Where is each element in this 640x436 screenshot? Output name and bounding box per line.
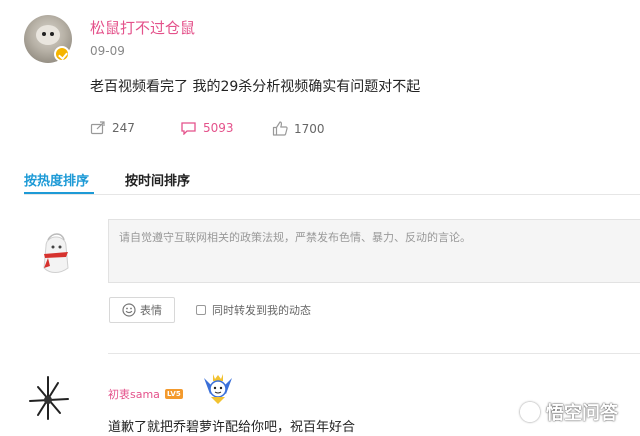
tab-sort-hot[interactable]: 按热度排序 [24,170,89,189]
watermark-text: 悟空问答 [546,403,618,424]
comment-button[interactable]: 5093 [180,121,234,135]
repost-icon [90,121,105,135]
repost-checkbox[interactable] [196,305,206,315]
emoji-button[interactable]: 表情 [109,297,175,323]
verified-badge-icon [54,46,70,62]
like-icon [272,121,288,136]
emoji-label: 表情 [140,304,162,317]
post-text: 老百视频看完了 我的29杀分析视频确实有问题对不起 [90,79,421,95]
repost-option-label: 同时转发到我的动态 [212,304,311,317]
comment-count: 5093 [203,121,234,135]
watermark: 悟空问答 [520,399,618,425]
comment-input[interactable]: 请自觉遵守互联网相关的政策法规，严禁发布色情、暴力、反动的言论。 [108,219,640,283]
medal-mascot-icon [204,374,232,404]
current-user-avatar [43,233,69,273]
commenter-info: 初衷sama LV5 [108,386,183,402]
level-badge: LV5 [164,389,183,399]
tabs-divider [24,194,640,195]
repost-to-feed-option[interactable]: 同时转发到我的动态 [196,302,311,318]
wukong-icon [520,402,540,422]
commenter-avatar[interactable] [24,373,74,423]
like-count: 1700 [294,121,325,136]
post-date: 09-09 [90,44,125,58]
smiley-icon [122,303,136,317]
tab-sort-time[interactable]: 按时间排序 [125,170,190,189]
repost-button[interactable]: 247 [90,121,135,135]
section-divider [108,353,640,354]
author-name[interactable]: 松鼠打不过仓鼠 [90,17,195,38]
like-button[interactable]: 1700 [272,121,325,136]
repost-count: 247 [112,121,135,135]
comment-text: 道歉了就把乔碧萝许配给你吧，祝百年好合 [108,420,356,435]
commenter-name[interactable]: 初衷sama [108,386,160,402]
comment-icon [181,122,196,135]
